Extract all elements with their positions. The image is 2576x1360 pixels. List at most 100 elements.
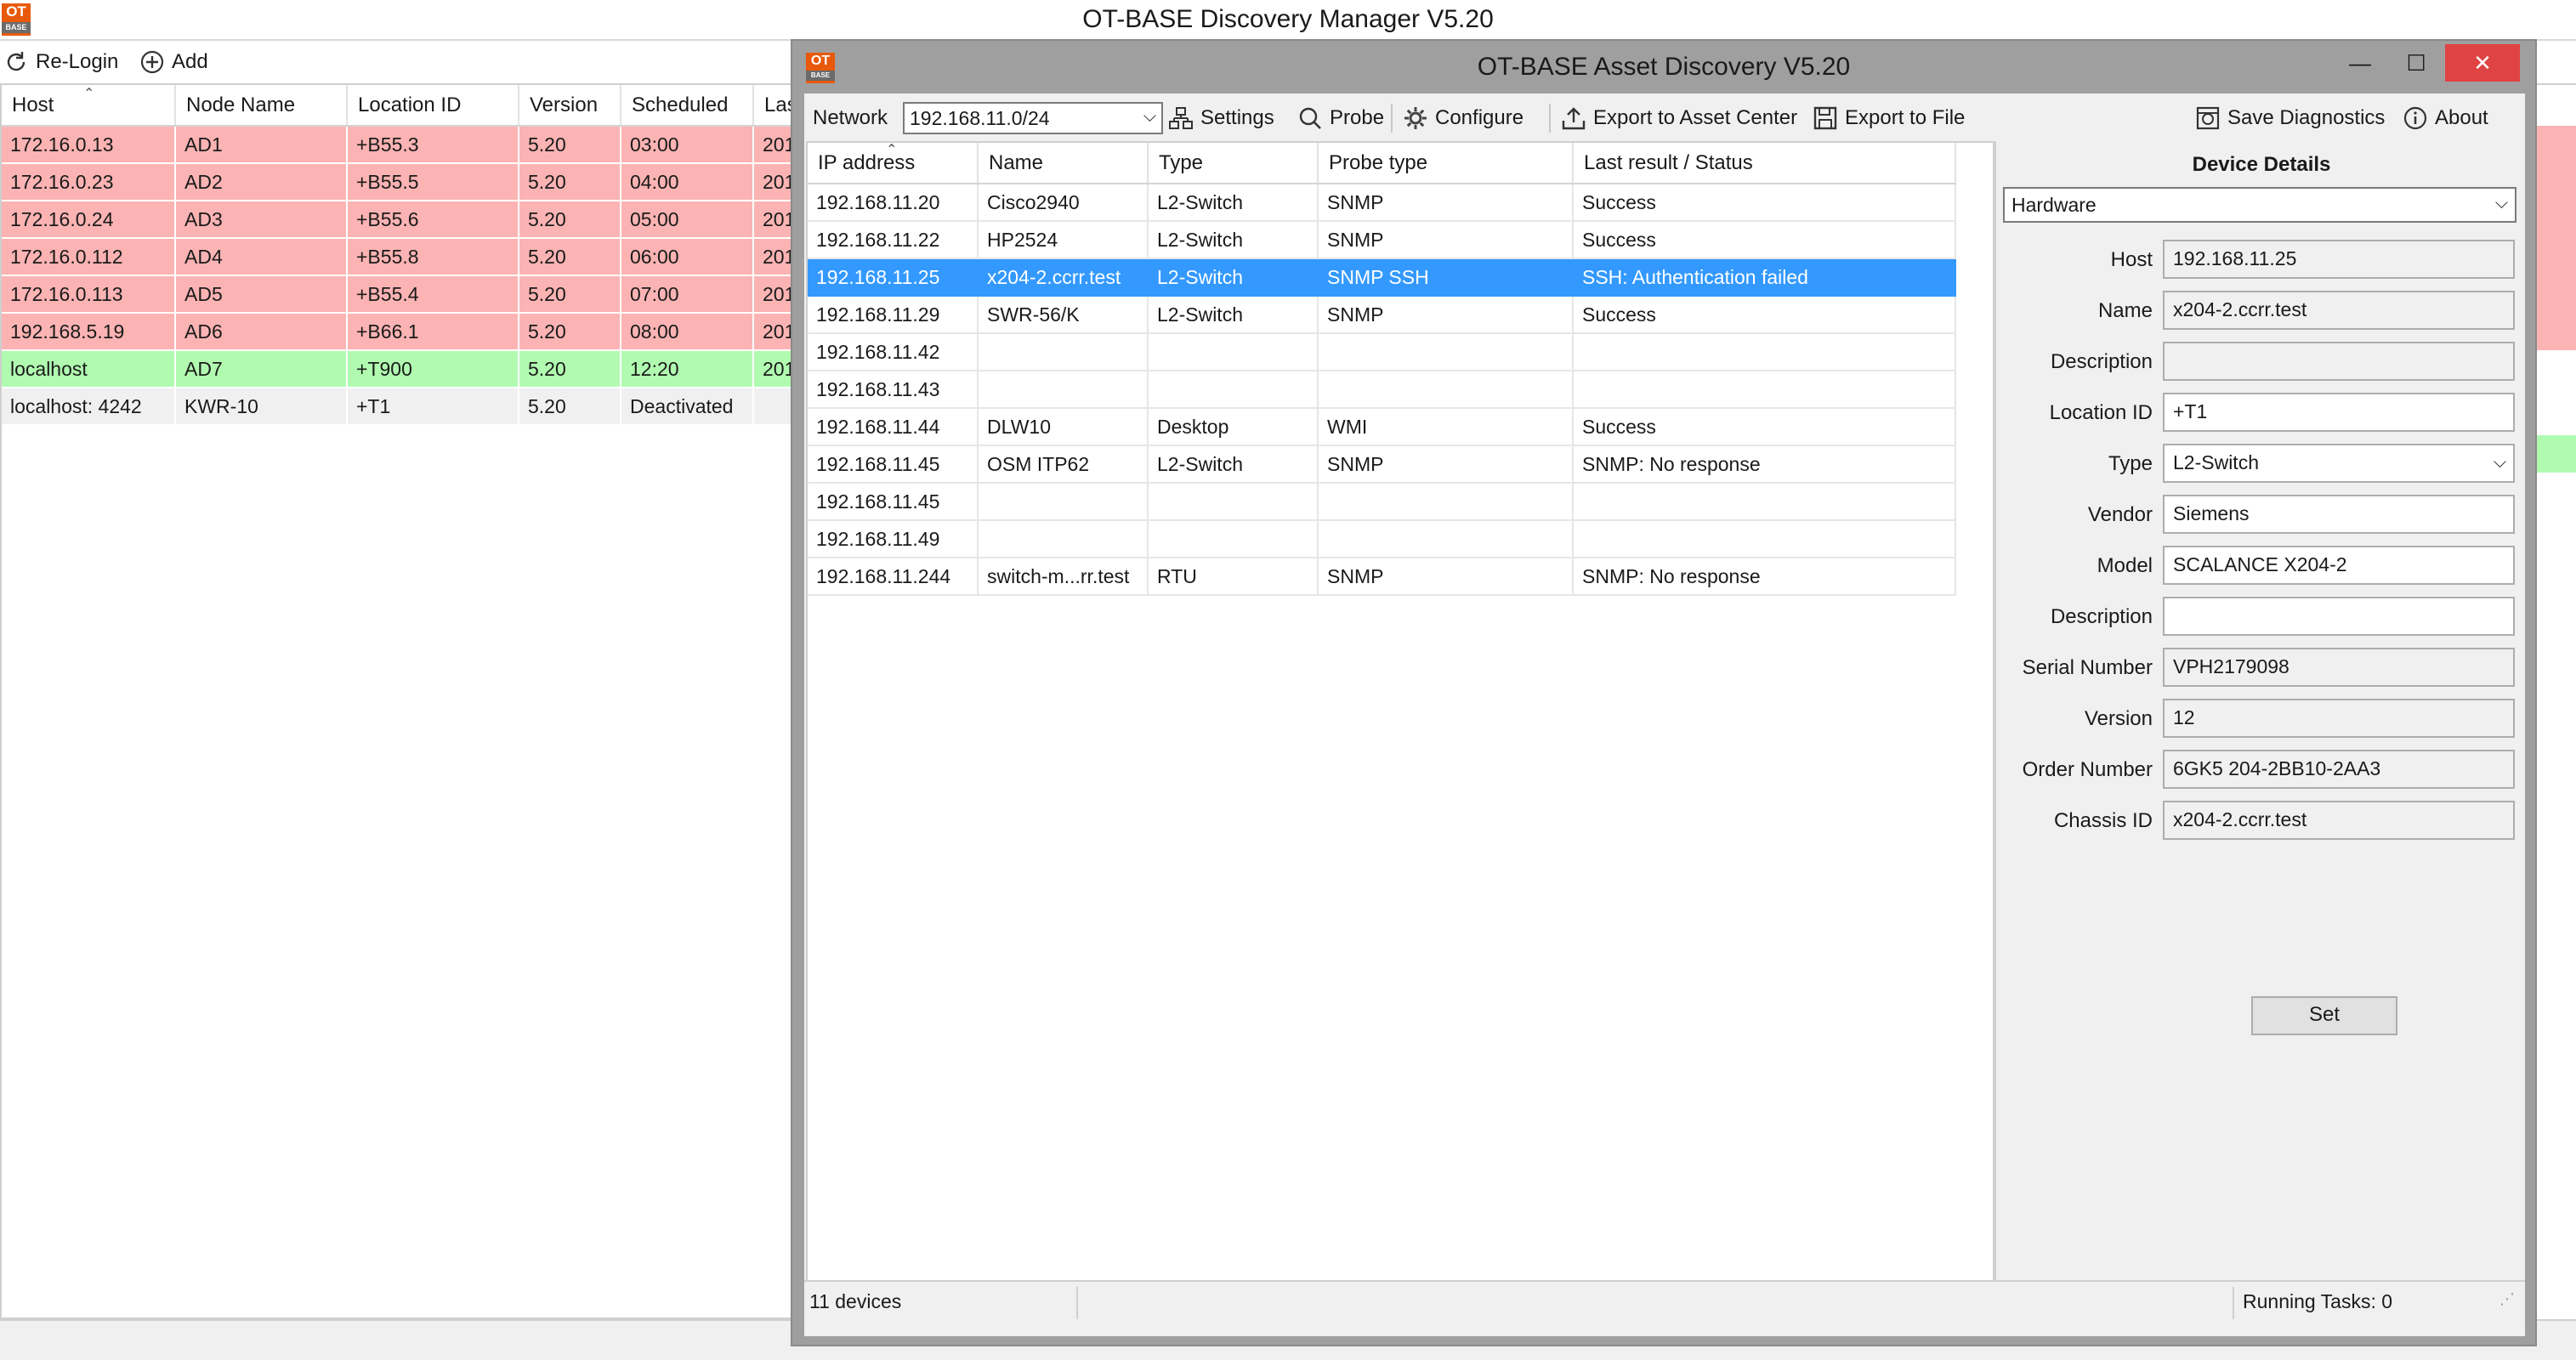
set-button[interactable]: Set — [2251, 996, 2397, 1035]
device-row[interactable]: 192.168.11.20 Cisco2940 L2-Switch SNMP Succe… — [808, 184, 1956, 222]
detail-field-input[interactable]: VPH2179098 — [2163, 648, 2515, 687]
device-cell-probe: SNMP — [1318, 296, 1574, 334]
column-header-name[interactable]: Name — [978, 143, 1149, 184]
column-header-version[interactable]: Version — [519, 85, 621, 127]
details-category-select[interactable]: Hardware ⌵ — [2003, 187, 2516, 223]
node-row[interactable]: 172.16.0.24AD3+B55.65.2005:002019 — [2, 201, 797, 239]
detail-field-label: Version — [2084, 707, 2153, 730]
node-cell-version: 5.20 — [519, 275, 621, 314]
save-diagnostics-button[interactable]: Save Diagnostics — [2195, 104, 2385, 133]
dialog-statusbar: 11 devices Running Tasks: 0 ⋰ — [804, 1280, 2525, 1323]
column-header-last-result[interactable]: Last result / Status — [1573, 143, 1956, 184]
device-cell-probe: SNMP SSH — [1318, 258, 1574, 297]
detail-field-value: 6GK5 204-2BB10-2AA3 — [2173, 757, 2381, 779]
detail-field-row: Description — [1996, 597, 2527, 636]
detail-field-input[interactable] — [2163, 342, 2515, 381]
detail-field-input[interactable] — [2163, 597, 2515, 636]
add-button[interactable]: Add — [139, 48, 208, 76]
device-cell-ip: 192.168.11.29 — [808, 296, 979, 334]
detail-field-row: Vendor Siemens — [1996, 495, 2527, 534]
dialog-titlebar[interactable]: OT BASE OT-BASE Asset Discovery V5.20 — … — [792, 41, 2535, 92]
detail-field-input[interactable]: SCALANCE X204-2 — [2163, 546, 2515, 585]
node-cell-location: +B55.5 — [347, 163, 519, 201]
device-cell-type — [1148, 371, 1319, 409]
device-row[interactable]: 192.168.11.44 DLW10 Desktop WMI Success — [808, 408, 1956, 446]
device-row[interactable]: 192.168.11.45 OSM ITP62 L2-Switch SNMP SNMP:… — [808, 445, 1956, 484]
node-cell-version: 5.20 — [519, 350, 621, 388]
about-button[interactable]: About — [2403, 104, 2488, 133]
device-cell-type — [1148, 520, 1319, 558]
detail-field-input[interactable]: 192.168.11.25 — [2163, 240, 2515, 279]
column-header-location-id[interactable]: Location ID — [347, 85, 519, 127]
device-row[interactable]: 192.168.11.22 HP2524 L2-Switch SNMP Success — [808, 221, 1956, 259]
node-cell-version: 5.20 — [519, 313, 621, 351]
device-row[interactable]: 192.168.11.244 switch-m...rr.test RTU SNMP S… — [808, 558, 1956, 596]
probe-button[interactable]: Probe — [1297, 104, 1384, 133]
column-header-host[interactable]: ⌃ Host — [2, 85, 176, 127]
node-row[interactable]: localhost: 4242 KWR-10 +T1 5.20 Deactivated — [2, 388, 797, 426]
node-cell-host: 172.16.0.112 — [2, 238, 176, 276]
detail-field-input[interactable]: 12 — [2163, 699, 2515, 738]
device-cell-probe — [1318, 333, 1574, 371]
device-row[interactable]: 192.168.11.29 SWR-56/K L2-Switch SNMP Succes… — [808, 296, 1956, 334]
detail-field-input[interactable]: +T1 — [2163, 393, 2515, 432]
detail-field-value: x204-2.ccrr.test — [2173, 298, 2307, 320]
detail-field-input[interactable]: L2-Switch ⌵ — [2163, 444, 2515, 483]
detail-field-input[interactable]: x204-2.ccrr.test — [2163, 801, 2515, 840]
maximize-button[interactable]: ☐ — [2379, 44, 2454, 82]
column-header-node-name[interactable]: Node Name — [175, 85, 348, 127]
network-select[interactable]: 192.168.11.0/24 ⌵ — [903, 102, 1163, 134]
detail-field-input[interactable]: x204-2.ccrr.test — [2163, 291, 2515, 330]
device-cell-ip: 192.168.11.45 — [808, 445, 979, 484]
device-row[interactable]: 192.168.11.49 — [808, 520, 1956, 558]
column-header-probe-type[interactable]: Probe type — [1318, 143, 1574, 184]
node-row[interactable]: 192.168.5.19AD6+B66.15.2008:002019 — [2, 313, 797, 351]
node-cell-location: +B55.6 — [347, 201, 519, 239]
device-row[interactable]: 192.168.11.42 — [808, 333, 1956, 371]
export-asset-center-button[interactable]: Export to Asset Center — [1561, 104, 1797, 133]
node-row[interactable]: 172.16.0.13AD1+B55.35.2003:002019 — [2, 126, 797, 164]
column-header-ip-address[interactable]: ⌃ IP address — [808, 143, 979, 184]
detail-field-value: VPH2179098 — [2173, 655, 2289, 677]
dialog-body: Network 192.168.11.0/24 ⌵ Settings Probe… — [804, 94, 2525, 1336]
detail-field-row: Name x204-2.ccrr.test — [1996, 291, 2527, 330]
node-cell-scheduled: Deactivated — [621, 388, 754, 426]
device-cell-probe — [1318, 483, 1574, 521]
detail-field-label: Host — [2110, 248, 2153, 271]
node-row[interactable]: 172.16.0.23AD2+B55.55.2004:002019 — [2, 163, 797, 201]
main-window-title: OT-BASE Discovery Manager V5.20 — [1082, 5, 1494, 33]
node-row[interactable]: 172.16.0.112AD4+B55.85.2006:002019 — [2, 238, 797, 276]
node-cell-version: 5.20 — [519, 163, 621, 201]
close-button[interactable]: ✕ — [2445, 44, 2520, 82]
node-cell-location: +T1 — [347, 388, 519, 426]
detail-field-value: L2-Switch — [2173, 451, 2259, 473]
resize-grip-icon[interactable]: ⋰ — [2499, 1290, 2515, 1308]
node-cell-location: +B55.4 — [347, 275, 519, 314]
close-icon: ✕ — [2473, 49, 2492, 76]
diagnostics-icon — [2196, 106, 2220, 130]
device-row[interactable]: 192.168.11.43 — [808, 371, 1956, 409]
detail-field-label: Serial Number — [2022, 656, 2153, 679]
detail-field-input[interactable]: Siemens — [2163, 495, 2515, 534]
device-cell-probe — [1318, 520, 1574, 558]
detail-field-label: Description — [2050, 605, 2153, 628]
configure-button[interactable]: Configure — [1403, 104, 1523, 133]
detail-field-row: Model SCALANCE X204-2 — [1996, 546, 2527, 585]
column-header-type[interactable]: Type — [1148, 143, 1319, 184]
node-row[interactable]: 172.16.0.113AD5+B55.45.2007:002019 — [2, 275, 797, 314]
device-grid[interactable]: ⌃ IP address Name Type Probe type Last re… — [806, 141, 1994, 1294]
detail-field-input[interactable]: 6GK5 204-2BB10-2AA3 — [2163, 750, 2515, 789]
node-grid[interactable]: ⌃ Host Node Name Location ID Version Sche… — [0, 83, 799, 1319]
export-file-button[interactable]: Export to File — [1813, 104, 1965, 133]
device-row-selected[interactable]: 192.168.11.25 x204-2.ccrr.test L2-Switch SN… — [808, 258, 1956, 297]
column-header-scheduled[interactable]: Scheduled — [621, 85, 754, 127]
detail-field-row: Serial Number VPH2179098 — [1996, 648, 2527, 687]
node-row[interactable]: localhostAD7+T9005.2012:202019 — [2, 350, 797, 388]
node-cell-host: localhost: 4242 — [2, 388, 176, 426]
relogin-button[interactable]: Re-Login — [3, 48, 118, 76]
device-cell-ip: 192.168.11.45 — [808, 483, 979, 521]
node-cell-node: AD7 — [175, 350, 348, 388]
settings-button[interactable]: Settings — [1168, 104, 1274, 133]
device-row[interactable]: 192.168.11.45 — [808, 483, 1956, 521]
node-cell-scheduled: 08:00 — [621, 313, 754, 351]
